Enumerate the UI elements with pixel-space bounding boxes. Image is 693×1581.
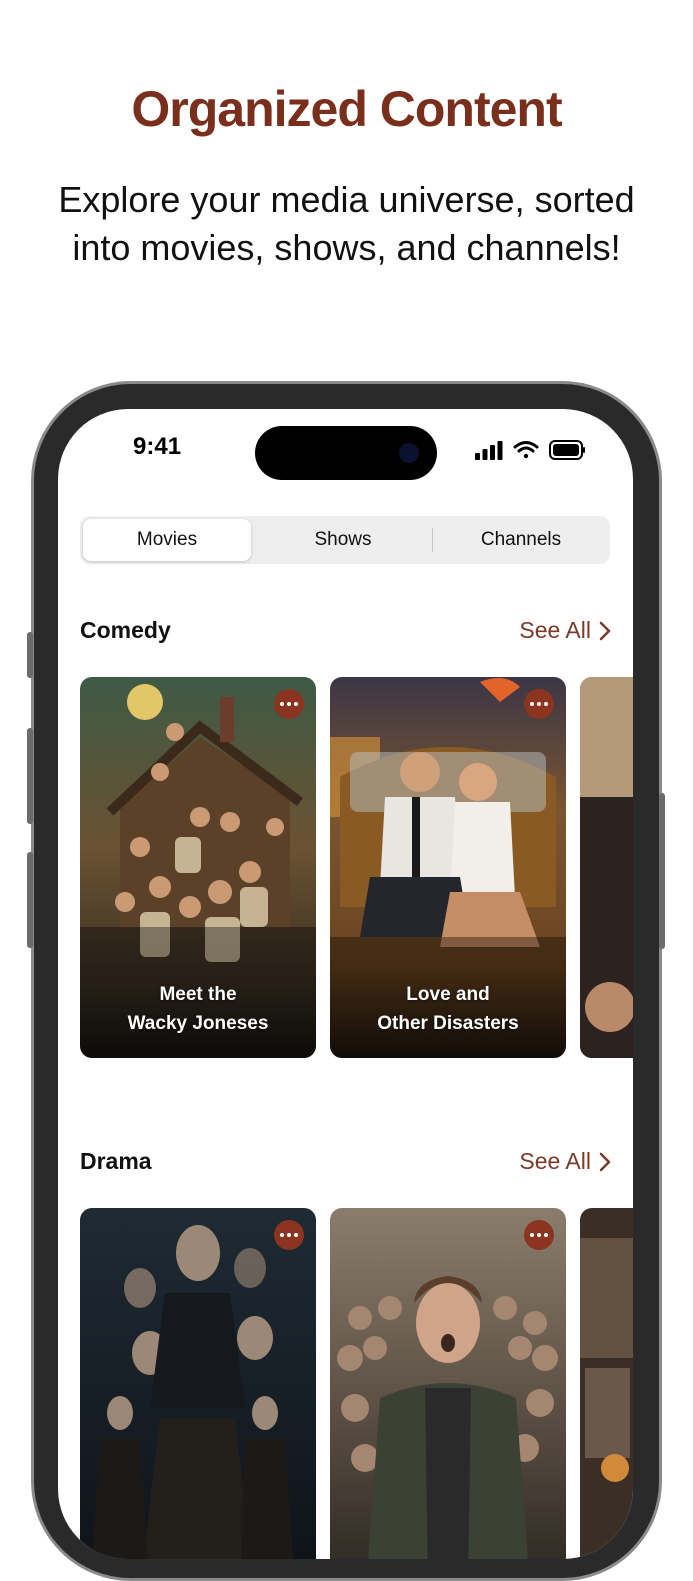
see-all-comedy-button[interactable]: See All [519,617,611,644]
see-all-drama-button[interactable]: See All [519,1148,611,1175]
cellular-icon [475,441,503,460]
battery-icon [549,440,585,460]
dynamic-island [255,426,437,480]
movie-card-drama-1[interactable] [80,1208,316,1559]
more-dot [287,1233,291,1237]
chevron-right-icon [599,1152,611,1171]
more-options-button[interactable] [524,689,554,719]
headline: Organized Content [131,81,562,137]
more-options-button[interactable] [274,1220,304,1250]
more-dot [280,1233,284,1237]
movie-card-title: Love and Other Disasters [377,984,519,1034]
movie-card-partial[interactable] [580,677,633,1058]
tab-shows[interactable]: Shows [258,519,428,561]
chevron-right-icon [599,621,611,640]
more-dot [530,1233,534,1237]
movie-card-title: Meet the Wacky Joneses [127,984,269,1034]
section-title-drama: Drama [80,1148,152,1174]
movie-card-meet-the-wacky-joneses[interactable]: Meet the Wacky Joneses [80,677,316,1058]
more-dot [537,702,541,706]
more-options-button[interactable] [274,689,304,719]
front-camera-icon [399,443,419,463]
more-dot [294,1233,298,1237]
movie-poster-image [580,1208,633,1559]
more-dot [530,702,534,706]
status-icons [475,439,585,461]
more-dot [544,1233,548,1237]
side-button [659,793,665,949]
movie-card-drama-2[interactable] [330,1208,566,1559]
action-button [27,632,33,678]
movie-poster-image [580,677,633,1058]
see-all-label: See All [519,617,591,643]
more-options-button[interactable] [524,1220,554,1250]
phone-screen: 9:41 Movies Shows Channels Comedy See Al… [58,409,633,1559]
wifi-icon [513,441,539,459]
segment-divider [432,528,433,552]
volume-down-button [27,852,33,948]
movie-card-love-and-other-disasters[interactable]: Love and Other Disasters [330,677,566,1058]
movie-poster-image [330,1208,566,1559]
content-segmented-control: Movies Shows Channels [80,516,610,564]
more-dot [280,702,284,706]
status-time: 9:41 [133,433,182,460]
more-dot [294,702,298,706]
more-dot [287,702,291,706]
tab-movies[interactable]: Movies [83,519,251,561]
movie-card-drama-partial[interactable] [580,1208,633,1559]
see-all-label: See All [519,1148,591,1174]
movie-poster-image [80,1208,316,1559]
tab-channels[interactable]: Channels [436,519,606,561]
more-dot [537,1233,541,1237]
more-dot [544,702,548,706]
subline: Explore your media universe, sorted into… [58,179,635,268]
status-icons-svg [475,440,585,460]
volume-up-button [27,728,33,824]
section-title-comedy: Comedy [80,617,171,643]
